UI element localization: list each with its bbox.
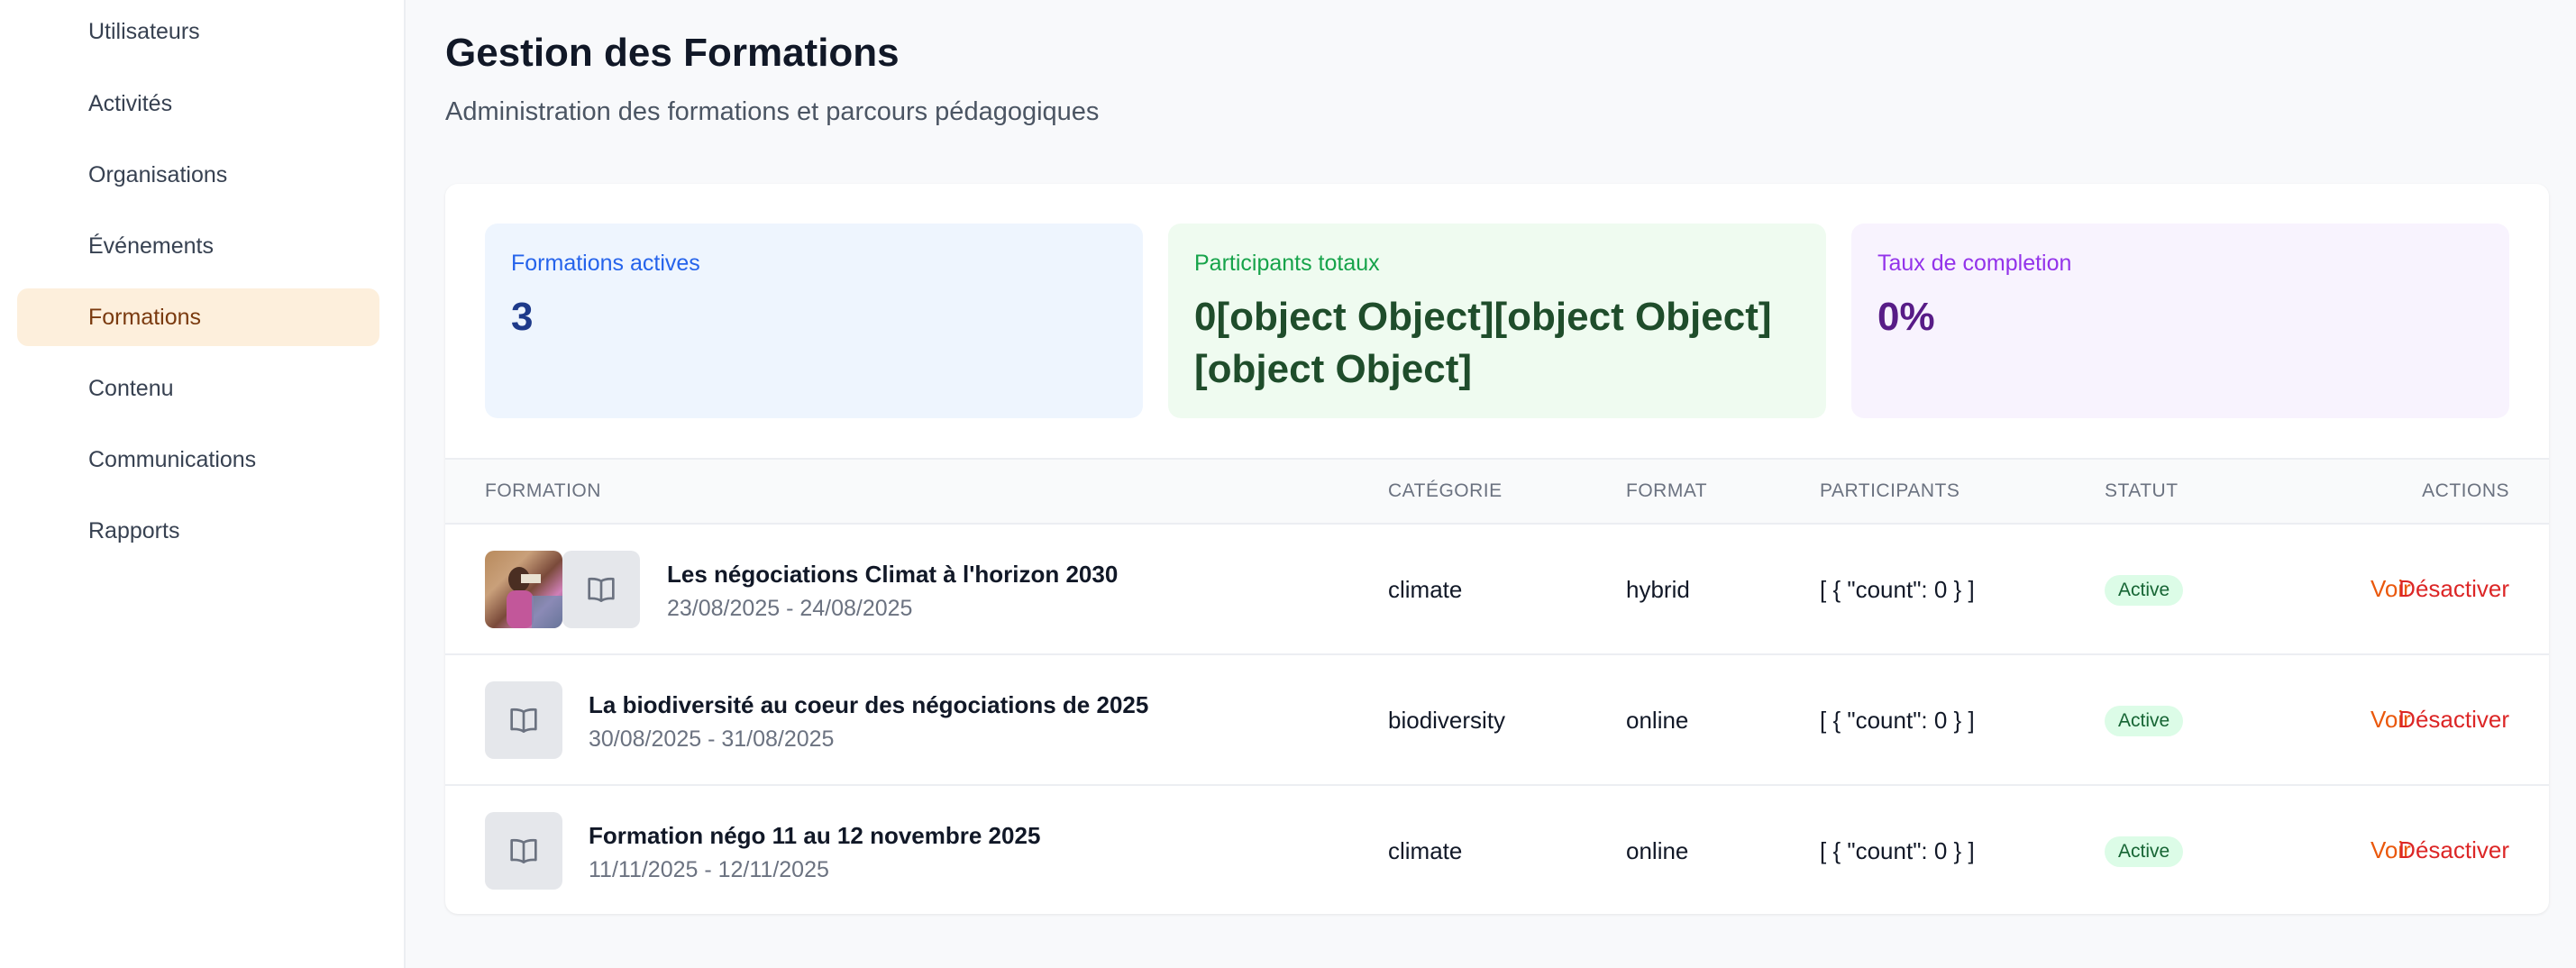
deactivate-button[interactable]: Désactiver [2398,575,2509,603]
sidebar-item-formations[interactable]: Formations [17,288,379,346]
sidebar-item-activites[interactable]: Activités [17,75,379,132]
formation-image [485,551,562,628]
sidebar: Utilisateurs Activités Organisations Évé… [0,0,406,968]
sidebar-item-evenements[interactable]: Événements [17,217,379,275]
formation-dates: 11/11/2025 - 12/11/2025 [589,857,829,882]
stat-label: Taux de completion [1877,251,2072,276]
formations-card: Formations actives 3 Participants totaux… [445,184,2549,914]
stat-label: Participants totaux [1194,251,1380,276]
formation-title: Formation négo 11 au 12 novembre 2025 [589,822,1041,849]
column-header-actions: ACTIONS [2422,480,2509,501]
stat-value: 3 [511,295,534,339]
formation-dates: 23/08/2025 - 24/08/2025 [667,596,913,621]
formation-dates: 30/08/2025 - 31/08/2025 [589,726,835,752]
formation-format: online [1626,837,1689,864]
column-header-statut: STATUT [2105,480,2179,501]
status-badge: Active [2105,575,2184,606]
column-header-format: FORMAT [1626,480,1708,501]
stat-completion-rate: Taux de completion 0% [1851,224,2509,418]
column-header-formation: FORMATION [485,480,601,501]
formation-format: online [1626,707,1689,734]
stat-total-participants: Participants totaux 0[object Object][obj… [1168,224,1826,418]
formation-title: La biodiversité au coeur des négociation… [589,691,1149,718]
table-header: FORMATION CATÉGORIE FORMAT PARTICIPANTS … [445,458,2549,525]
sidebar-item-rapports[interactable]: Rapports [17,502,379,560]
column-header-participants: PARTICIPANTS [1820,480,1960,501]
formation-info: Les négociations Climat à l'horizon 2030… [667,561,1118,622]
page-subtitle: Administration des formations et parcour… [445,97,1100,126]
page-title: Gestion des Formations [445,31,900,75]
formation-format: hybrid [1626,576,1690,603]
book-open-icon [562,551,640,628]
table-row[interactable]: Formation négo 11 au 12 novembre 2025 11… [445,786,2549,914]
formation-info: Formation négo 11 au 12 novembre 2025 11… [589,822,1040,883]
status-badge: Active [2105,836,2184,867]
table-row[interactable]: La biodiversité au coeur des négociation… [445,655,2549,786]
formation-category: climate [1388,576,1463,603]
stat-label: Formations actives [511,251,700,276]
formation-info: La biodiversité au coeur des négociation… [589,691,1148,753]
formation-participants: [ { "count": 0 } ] [1820,576,1975,603]
formation-category: climate [1388,837,1463,864]
formation-participants: [ { "count": 0 } ] [1820,837,1975,864]
sidebar-item-organisations[interactable]: Organisations [17,146,379,204]
table-row[interactable]: Les négociations Climat à l'horizon 2030… [445,525,2549,655]
stat-active-formations: Formations actives 3 [485,224,1143,418]
deactivate-button[interactable]: Désactiver [2398,836,2509,864]
sidebar-item-utilisateurs[interactable]: Utilisateurs [17,3,379,60]
sidebar-item-contenu[interactable]: Contenu [17,360,379,417]
book-open-icon [485,681,562,759]
column-header-categorie: CATÉGORIE [1388,480,1503,501]
status-badge: Active [2105,706,2184,736]
formation-participants: [ { "count": 0 } ] [1820,707,1975,734]
sidebar-item-communications[interactable]: Communications [17,431,379,489]
formation-category: biodiversity [1388,707,1506,734]
deactivate-button[interactable]: Désactiver [2398,706,2509,734]
formation-title: Les négociations Climat à l'horizon 2030 [667,561,1119,588]
stat-value: 0% [1877,295,1935,339]
stat-value: 0[object Object][object Object][object O… [1194,295,1772,391]
book-open-icon [485,812,562,890]
main-content: Gestion des Formations Administration de… [406,0,2576,968]
